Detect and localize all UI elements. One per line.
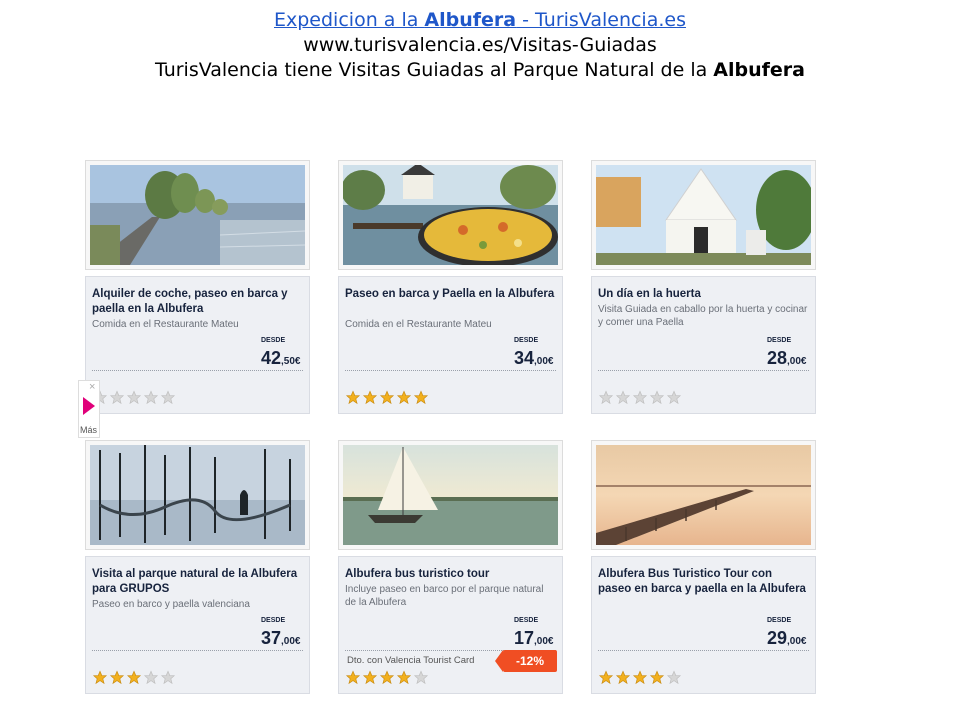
price-from-label: DESDE [514, 617, 539, 624]
star-filled-icon [396, 670, 412, 685]
rating-stars [92, 670, 176, 685]
tour-subtitle: Comida en el Restaurante Mateu [92, 319, 239, 330]
tour-title[interactable]: Albufera Bus Turistico Tour con paseo en… [598, 567, 808, 597]
tour-photo-frame [85, 160, 310, 270]
star-empty-icon [632, 390, 648, 405]
tour-info: Paseo en barca y Paella en la Albufera C… [338, 276, 563, 414]
star-filled-icon [362, 670, 378, 685]
star-filled-icon [126, 670, 142, 685]
tour-info: Visita al parque natural de la Albufera … [85, 556, 310, 694]
tour-subtitle: Paseo en barco y paella valenciana [92, 599, 250, 610]
tour-subtitle: Comida en el Restaurante Mateu [345, 319, 492, 330]
star-empty-icon [666, 670, 682, 685]
star-filled-icon [396, 390, 412, 405]
dotted-divider [598, 650, 809, 651]
rating-stars [345, 390, 429, 405]
more-label: Más [80, 425, 98, 435]
star-empty-icon [109, 390, 125, 405]
tour-price: 29,00€ [767, 628, 807, 648]
rating-stars [345, 670, 429, 685]
close-icon[interactable]: × [89, 381, 95, 393]
star-filled-icon [379, 390, 395, 405]
tour-photo-frame [338, 440, 563, 550]
tour-title[interactable]: Visita al parque natural de la Albufera … [92, 567, 302, 597]
rating-stars [92, 390, 176, 405]
result-title-line: Expedicion a la Albufera - TurisValencia… [0, 8, 960, 33]
star-filled-icon [379, 670, 395, 685]
star-filled-icon [649, 670, 665, 685]
price-from-label: DESDE [261, 337, 286, 344]
star-filled-icon [92, 670, 108, 685]
tour-photo-road [90, 165, 306, 265]
price-from-label: DESDE [514, 337, 539, 344]
tour-title[interactable]: Un día en la huerta [598, 287, 808, 302]
price-from-label: DESDE [767, 617, 792, 624]
tour-info: Un día en la huerta Visita Guiada en cab… [591, 276, 816, 414]
dotted-divider [598, 370, 809, 371]
tour-photo-sailboat [343, 445, 558, 545]
star-filled-icon [598, 670, 614, 685]
tour-photo-frame [338, 160, 563, 270]
star-empty-icon [598, 390, 614, 405]
star-empty-icon [143, 390, 159, 405]
star-empty-icon [413, 670, 429, 685]
tour-title[interactable]: Paseo en barca y Paella en la Albufera [345, 287, 555, 302]
tour-photo-pier [596, 445, 811, 545]
dotted-divider [92, 650, 303, 651]
result-title-link[interactable]: Expedicion a la Albufera - TurisValencia… [274, 9, 686, 31]
star-empty-icon [126, 390, 142, 405]
tour-photo-paella [341, 163, 558, 267]
tour-price: 37,00€ [261, 628, 301, 648]
tour-title[interactable]: Albufera bus turistico tour [345, 567, 555, 582]
discount-badge: -12% [495, 650, 557, 672]
star-filled-icon [345, 670, 361, 685]
star-empty-icon [143, 670, 159, 685]
tour-title[interactable]: Alquiler de coche, paseo en barca y pael… [92, 287, 302, 317]
star-empty-icon [615, 390, 631, 405]
star-empty-icon [160, 390, 176, 405]
dotted-divider [345, 370, 556, 371]
tour-photo-frame [591, 160, 816, 270]
tour-info: Albufera bus turistico tour Incluye pase… [338, 556, 563, 694]
result-description: TurisValencia tiene Visitas Guiadas al P… [154, 59, 805, 81]
star-filled-icon [362, 390, 378, 405]
tour-photo-frame [591, 440, 816, 550]
star-filled-icon [413, 390, 429, 405]
more-side-tab[interactable]: × Más [78, 380, 100, 438]
tour-info: Alquiler de coche, paseo en barca y pael… [85, 276, 310, 414]
search-result: Expedicion a la Albufera - TurisValencia… [0, 8, 960, 83]
play-arrow-icon[interactable] [83, 397, 95, 415]
dotted-divider [92, 370, 303, 371]
price-from-label: DESDE [767, 337, 792, 344]
tour-price: 42,50€ [261, 348, 301, 368]
star-empty-icon [666, 390, 682, 405]
tour-photo-nets [90, 445, 305, 545]
price-from-label: DESDE [261, 617, 286, 624]
discount-note: Dto. con Valencia Tourist Card [347, 655, 475, 666]
tour-price: 17,00€ [514, 628, 554, 648]
star-empty-icon [649, 390, 665, 405]
tour-photo-barraca [596, 165, 816, 265]
tour-price: 34,00€ [514, 348, 554, 368]
result-url: www.turisvalencia.es/Visitas-Guiadas [303, 34, 657, 56]
tour-subtitle: Incluye paseo en barco por el parque nat… [345, 584, 544, 608]
star-filled-icon [615, 670, 631, 685]
tour-photo-frame [85, 440, 310, 550]
rating-stars [598, 670, 682, 685]
tour-info: Albufera Bus Turistico Tour con paseo en… [591, 556, 816, 694]
rating-stars [598, 390, 682, 405]
star-filled-icon [632, 670, 648, 685]
tour-price: 28,00€ [767, 348, 807, 368]
star-empty-icon [160, 670, 176, 685]
tour-subtitle: Visita Guiada en caballo por la huerta y… [598, 304, 808, 328]
star-filled-icon [345, 390, 361, 405]
star-filled-icon [109, 670, 125, 685]
